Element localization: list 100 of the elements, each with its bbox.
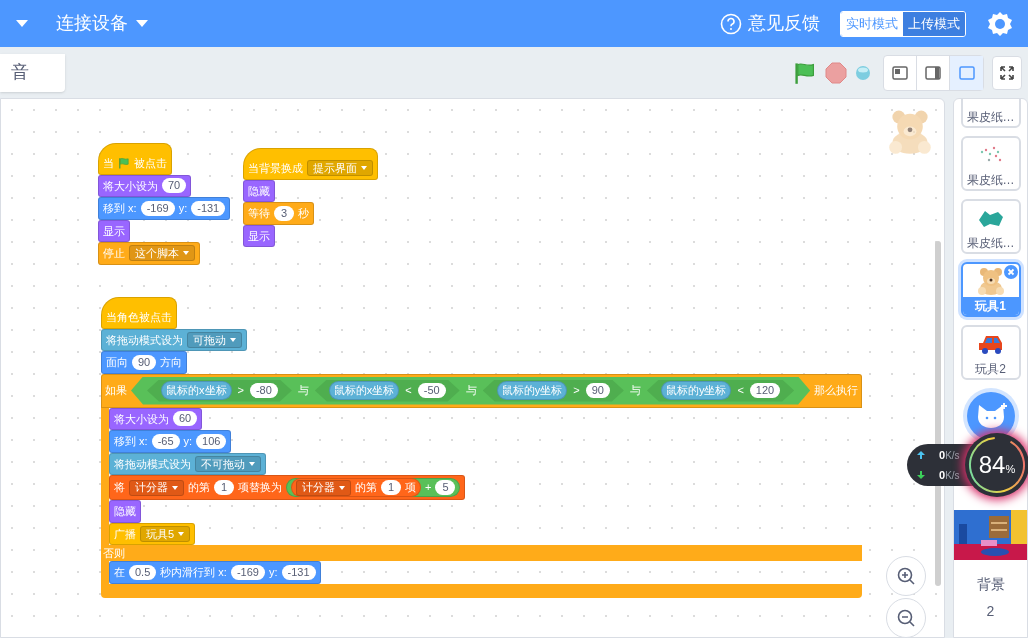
number-input[interactable]: -65: [151, 433, 180, 449]
block-text: 当: [103, 156, 114, 171]
code-block[interactable]: 等待 3 秒: [243, 202, 314, 225]
code-block[interactable]: 将大小设为 70: [98, 174, 192, 197]
block-text: 广播: [114, 526, 136, 542]
help-icon: [720, 12, 742, 35]
block-text: 与: [297, 383, 309, 399]
add-sprite-button[interactable]: [966, 392, 1015, 440]
dropdown-menu[interactable]: 计分器: [296, 479, 351, 496]
block-text: 在: [114, 565, 125, 580]
caret-icon: [361, 166, 367, 171]
block-text: 鼠标的y坐标: [501, 383, 563, 399]
reporter-block[interactable]: 计分器 的第 1 项: [291, 478, 421, 497]
close-icon[interactable]: [1003, 265, 1018, 279]
zoom-in-button[interactable]: [886, 556, 926, 596]
sprite-name: 玩具1: [962, 297, 1019, 315]
zoom-out-button[interactable]: [886, 598, 926, 638]
block-text: 将拖动模式设为: [114, 456, 191, 472]
condition-block[interactable]: 鼠标的y坐标 < 120: [646, 379, 795, 402]
number-input[interactable]: -50: [417, 383, 446, 398]
mode-tab[interactable]: 上传模式: [903, 11, 965, 36]
block-text: 项替换为: [238, 480, 282, 496]
block-text: >: [237, 383, 244, 399]
sprite-card[interactable]: 果皮纸…: [960, 199, 1021, 254]
flag-icon: [793, 60, 817, 85]
number-input[interactable]: -80: [249, 383, 278, 398]
layout-icon: [892, 65, 908, 80]
block-text: 秒: [298, 206, 309, 221]
teddy-bear-icon: [975, 266, 1006, 295]
number-input[interactable]: 1: [381, 480, 401, 495]
number-input[interactable]: 70: [162, 178, 187, 194]
number-input[interactable]: 1: [214, 480, 234, 495]
code-block[interactable]: 隐藏: [243, 179, 275, 202]
condition-block[interactable]: 鼠标的y坐标 > 90: [482, 379, 624, 402]
block-text: 如果: [105, 383, 127, 399]
code-block[interactable]: 在 0.5 秒内滑行到 x: -169 y: -131: [109, 561, 321, 584]
layout-icon: [958, 65, 975, 80]
block-text: <: [737, 383, 744, 399]
flag-icon: [118, 157, 130, 170]
number-input[interactable]: 0.5: [129, 564, 157, 580]
caret-icon[interactable]: [16, 19, 28, 28]
sprite-card[interactable]: 玩具2: [960, 325, 1021, 380]
number-input[interactable]: 106: [196, 433, 227, 449]
block-text: 与: [629, 383, 641, 399]
block-text: y:: [183, 434, 193, 449]
reporter-block[interactable]: 计分器 的第 1 项 + 5: [286, 478, 461, 497]
number-input[interactable]: 90: [132, 354, 157, 370]
teddy-bear-icon: [886, 109, 934, 154]
backdrop-count: 2: [986, 602, 995, 621]
code-block[interactable]: 移到 x: -65 y: 106: [109, 430, 232, 453]
block-text: 将拖动模式设为: [106, 332, 183, 348]
code-block[interactable]: 将大小设为 60: [109, 407, 203, 430]
block-text: 停止: [103, 246, 125, 261]
code-block[interactable]: 将 计分器 的第 1 项替换为 计分器 的第 1 项 + 5: [109, 475, 466, 500]
block-text: 鼠标的x坐标: [333, 383, 395, 399]
sprite-card[interactable]: 果皮纸…: [960, 136, 1021, 191]
code-block[interactable]: 隐藏: [109, 500, 141, 523]
fullscreen-icon: [1000, 65, 1014, 80]
number-input[interactable]: 3: [274, 205, 294, 221]
block-text: 秒内滑行到 x:: [160, 565, 227, 580]
condition-block[interactable]: 鼠标的x坐标 < -50: [314, 379, 460, 402]
block-text: 将大小设为: [103, 178, 158, 194]
number-input[interactable]: -131: [191, 200, 226, 216]
if-block[interactable]: 如果 鼠标的x坐标 > -80 与 鼠标的x坐标 < -50 与 鼠标的y坐标 > 90 与 鼠标的y坐标 < 120 那么执行: [101, 373, 863, 408]
block-text: 被点击: [134, 156, 167, 171]
sound-tab[interactable]: 音: [0, 53, 65, 92]
fullscreen-button[interactable]: [992, 55, 1022, 90]
number-input[interactable]: 5: [435, 480, 456, 495]
code-block[interactable]: 面向 90 方向: [101, 351, 188, 374]
zoom-out-icon: [896, 608, 916, 628]
block-text: 隐藏: [248, 183, 270, 199]
block-text: +: [425, 480, 432, 496]
number-input[interactable]: 60: [173, 411, 198, 427]
code-block[interactable]: 显示: [243, 224, 275, 247]
download-arrow-icon: [917, 471, 925, 480]
zoom-in-icon: [896, 566, 916, 586]
block-text: 与: [465, 383, 477, 399]
condition-block[interactable]: 鼠标的x坐标 > -80 与 鼠标的x坐标 < -50 与 鼠标的y坐标 > 90 与 鼠标的y坐标 < 120: [131, 376, 811, 405]
number-input[interactable]: -131: [281, 564, 316, 580]
dot-icon[interactable]: [855, 64, 871, 81]
settings-icon[interactable]: [986, 9, 1014, 38]
code-block[interactable]: 移到 x: -169 y: -131: [98, 197, 231, 220]
tab-label: 音: [11, 61, 29, 84]
block-text: <: [405, 383, 412, 399]
number-input[interactable]: 120: [749, 383, 781, 398]
block-text: 显示: [103, 223, 125, 239]
block-text: 将: [114, 480, 125, 496]
caret-icon: [183, 251, 189, 256]
flag-button[interactable]: [793, 60, 817, 85]
number-input[interactable]: -169: [140, 200, 175, 216]
download-speed: 0K/s: [939, 468, 960, 483]
number-input[interactable]: 90: [585, 383, 610, 398]
upload-arrow-icon: [917, 450, 925, 459]
sprite-card[interactable]: 果皮纸…: [960, 99, 1021, 128]
block-text: y:: [178, 201, 188, 216]
number-input[interactable]: -169: [230, 564, 265, 580]
gauge-reading: 84%: [978, 453, 1016, 477]
condition-block[interactable]: 鼠标的x坐标 > -80: [147, 379, 292, 402]
dropdown-menu[interactable]: 计分器: [129, 479, 184, 496]
code-block[interactable]: 显示: [98, 219, 130, 242]
